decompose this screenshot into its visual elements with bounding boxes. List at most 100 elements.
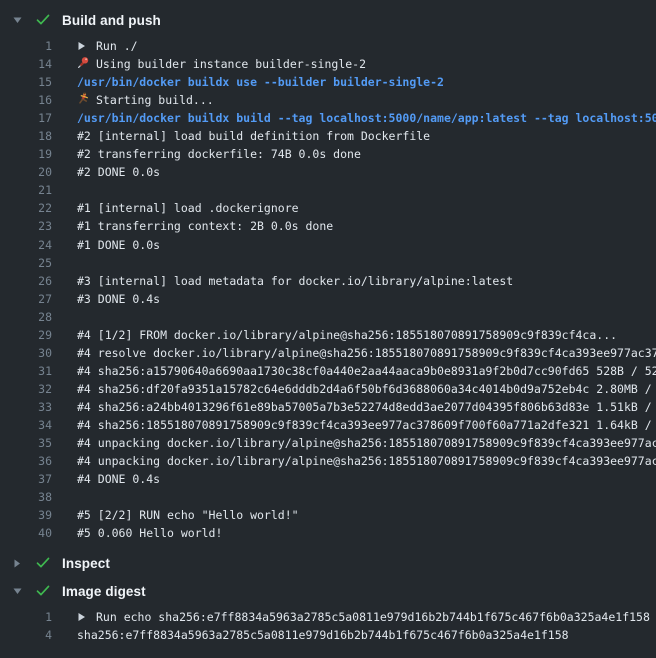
log-line: 1 Run echo sha256:e7ff8834a5963a2785c5a0… bbox=[0, 608, 656, 626]
section-header-build-and-push[interactable]: Build and push bbox=[0, 7, 656, 33]
log-line: 39 #5 [2/2] RUN echo "Hello world!" bbox=[0, 506, 656, 524]
log-text: #4 sha256:a15790640a6690aa1730c38cf0a440… bbox=[77, 364, 656, 378]
log-line: 28 bbox=[0, 308, 656, 326]
log-line: 29 #4 [1/2] FROM docker.io/library/alpin… bbox=[0, 326, 656, 344]
line-number[interactable]: 17 bbox=[0, 109, 52, 127]
log-text: #2 transferring dockerfile: 74B 0.0s don… bbox=[77, 147, 361, 161]
expander-triangle-icon[interactable] bbox=[13, 16, 25, 24]
log-text: #4 sha256:185518070891758909c9f839cf4ca3… bbox=[77, 418, 656, 432]
section-title: Inspect bbox=[62, 556, 110, 571]
line-number[interactable]: 25 bbox=[0, 254, 52, 272]
success-check-icon bbox=[36, 557, 50, 569]
log-line: 14 Using builder instance builder-single… bbox=[0, 55, 656, 73]
line-number[interactable]: 26 bbox=[0, 272, 52, 290]
log-text: Run ./ bbox=[96, 39, 138, 53]
chevron-right-icon[interactable] bbox=[77, 37, 90, 55]
log-text: #4 DONE 0.4s bbox=[77, 472, 160, 486]
log-text: #1 [internal] load .dockerignore bbox=[77, 201, 299, 215]
log-text: #3 DONE 0.4s bbox=[77, 292, 160, 306]
line-number[interactable]: 20 bbox=[0, 163, 52, 181]
line-number[interactable]: 27 bbox=[0, 290, 52, 308]
log-line: 4 sha256:e7ff8834a5963a2785c5a0811e979d1… bbox=[0, 626, 656, 644]
log-text: #4 sha256:df20fa9351a15782c64e6dddb2d4a6… bbox=[77, 382, 656, 396]
section-title: Image digest bbox=[62, 584, 146, 599]
log-text: /usr/bin/docker buildx build --tag local… bbox=[77, 111, 656, 125]
section-log-body: 1 Run echo sha256:e7ff8834a5963a2785c5a0… bbox=[0, 604, 656, 650]
log-line: 26 #3 [internal] load metadata for docke… bbox=[0, 272, 656, 290]
line-number[interactable]: 39 bbox=[0, 506, 52, 524]
log-line: 16 Starting build... bbox=[0, 91, 656, 109]
line-number[interactable]: 36 bbox=[0, 452, 52, 470]
line-number[interactable]: 30 bbox=[0, 344, 52, 362]
log-line: 40 #5 0.060 Hello world! bbox=[0, 524, 656, 542]
line-number[interactable]: 19 bbox=[0, 145, 52, 163]
log-line: 37 #4 DONE 0.4s bbox=[0, 470, 656, 488]
log-line: 33 #4 sha256:a24bb4013296f61e89ba57005a7… bbox=[0, 398, 656, 416]
log-text: #4 unpacking docker.io/library/alpine@sh… bbox=[77, 436, 656, 450]
line-number[interactable]: 38 bbox=[0, 488, 52, 506]
line-number[interactable]: 32 bbox=[0, 380, 52, 398]
expander-triangle-icon[interactable] bbox=[13, 559, 25, 568]
line-number[interactable]: 28 bbox=[0, 308, 52, 326]
log-text: #4 [1/2] FROM docker.io/library/alpine@s… bbox=[77, 328, 617, 342]
log-line: 36 #4 unpacking docker.io/library/alpine… bbox=[0, 452, 656, 470]
log-text: #4 unpacking docker.io/library/alpine@sh… bbox=[77, 454, 656, 468]
log-line: 30 #4 resolve docker.io/library/alpine@s… bbox=[0, 344, 656, 362]
section-header-inspect[interactable]: Inspect bbox=[0, 550, 656, 576]
log-line: 35 #4 unpacking docker.io/library/alpine… bbox=[0, 434, 656, 452]
log-line: 34 #4 sha256:185518070891758909c9f839cf4… bbox=[0, 416, 656, 434]
line-number[interactable]: 33 bbox=[0, 398, 52, 416]
section-header-image-digest[interactable]: Image digest bbox=[0, 578, 656, 604]
log-line: 18 #2 [internal] load build definition f… bbox=[0, 127, 656, 145]
line-number[interactable]: 23 bbox=[0, 217, 52, 235]
success-check-icon bbox=[36, 14, 50, 26]
line-number[interactable]: 31 bbox=[0, 362, 52, 380]
log-line: 38 bbox=[0, 488, 656, 506]
line-number[interactable]: 16 bbox=[0, 91, 52, 109]
line-number[interactable]: 1 bbox=[0, 608, 52, 626]
log-text: sha256:e7ff8834a5963a2785c5a0811e979d16b… bbox=[77, 628, 569, 642]
log-text: #2 DONE 0.0s bbox=[77, 165, 160, 179]
line-number[interactable]: 40 bbox=[0, 524, 52, 542]
log-text: #3 [internal] load metadata for docker.i… bbox=[77, 274, 513, 288]
log-line: 32 #4 sha256:df20fa9351a15782c64e6dddb2d… bbox=[0, 380, 656, 398]
log-line: 1 Run ./ bbox=[0, 37, 656, 55]
line-number[interactable]: 35 bbox=[0, 434, 52, 452]
line-number[interactable]: 1 bbox=[0, 37, 52, 55]
line-number[interactable]: 37 bbox=[0, 470, 52, 488]
log-line: 31 #4 sha256:a15790640a6690aa1730c38cf0a… bbox=[0, 362, 656, 380]
line-number[interactable]: 34 bbox=[0, 416, 52, 434]
line-number[interactable]: 4 bbox=[0, 626, 52, 644]
log-text: #5 [2/2] RUN echo "Hello world!" bbox=[77, 508, 299, 522]
log-text: #4 sha256:a24bb4013296f61e89ba57005a7b3e… bbox=[77, 400, 656, 414]
log-section-inspect: Inspect bbox=[0, 550, 656, 576]
chevron-right-icon[interactable] bbox=[77, 608, 90, 626]
section-log-body: 1 Run ./ 14 Using builder instance build… bbox=[0, 33, 656, 548]
line-number[interactable]: 15 bbox=[0, 73, 52, 91]
line-number[interactable]: 24 bbox=[0, 236, 52, 254]
log-line: 17 /usr/bin/docker buildx build --tag lo… bbox=[0, 109, 656, 127]
log-text: #1 transferring context: 2B 0.0s done bbox=[77, 219, 333, 233]
log-line: 27 #3 DONE 0.4s bbox=[0, 290, 656, 308]
log-text: /usr/bin/docker buildx use --builder bui… bbox=[77, 75, 444, 89]
log-text: #5 0.060 Hello world! bbox=[77, 526, 222, 540]
log-text: Run echo sha256:e7ff8834a5963a2785c5a081… bbox=[96, 610, 650, 624]
log-line: 20 #2 DONE 0.0s bbox=[0, 163, 656, 181]
line-number[interactable]: 22 bbox=[0, 199, 52, 217]
log-line: 24 #1 DONE 0.0s bbox=[0, 236, 656, 254]
section-title: Build and push bbox=[62, 13, 161, 28]
log-line: 23 #1 transferring context: 2B 0.0s done bbox=[0, 217, 656, 235]
log-text: #1 DONE 0.0s bbox=[77, 238, 160, 252]
log-line: 25 bbox=[0, 254, 656, 272]
expander-triangle-icon[interactable] bbox=[13, 587, 25, 595]
line-number[interactable]: 29 bbox=[0, 326, 52, 344]
log-text: #2 [internal] load build definition from… bbox=[77, 129, 430, 143]
line-number[interactable]: 14 bbox=[0, 55, 52, 73]
line-number[interactable]: 21 bbox=[0, 181, 52, 199]
log-text: Using builder instance builder-single-2 bbox=[96, 57, 366, 71]
log-line: 21 bbox=[0, 181, 656, 199]
log-line: 15 /usr/bin/docker buildx use --builder … bbox=[0, 73, 656, 91]
runner-icon bbox=[77, 91, 90, 109]
line-number[interactable]: 18 bbox=[0, 127, 52, 145]
log-text: Starting build... bbox=[96, 93, 214, 107]
